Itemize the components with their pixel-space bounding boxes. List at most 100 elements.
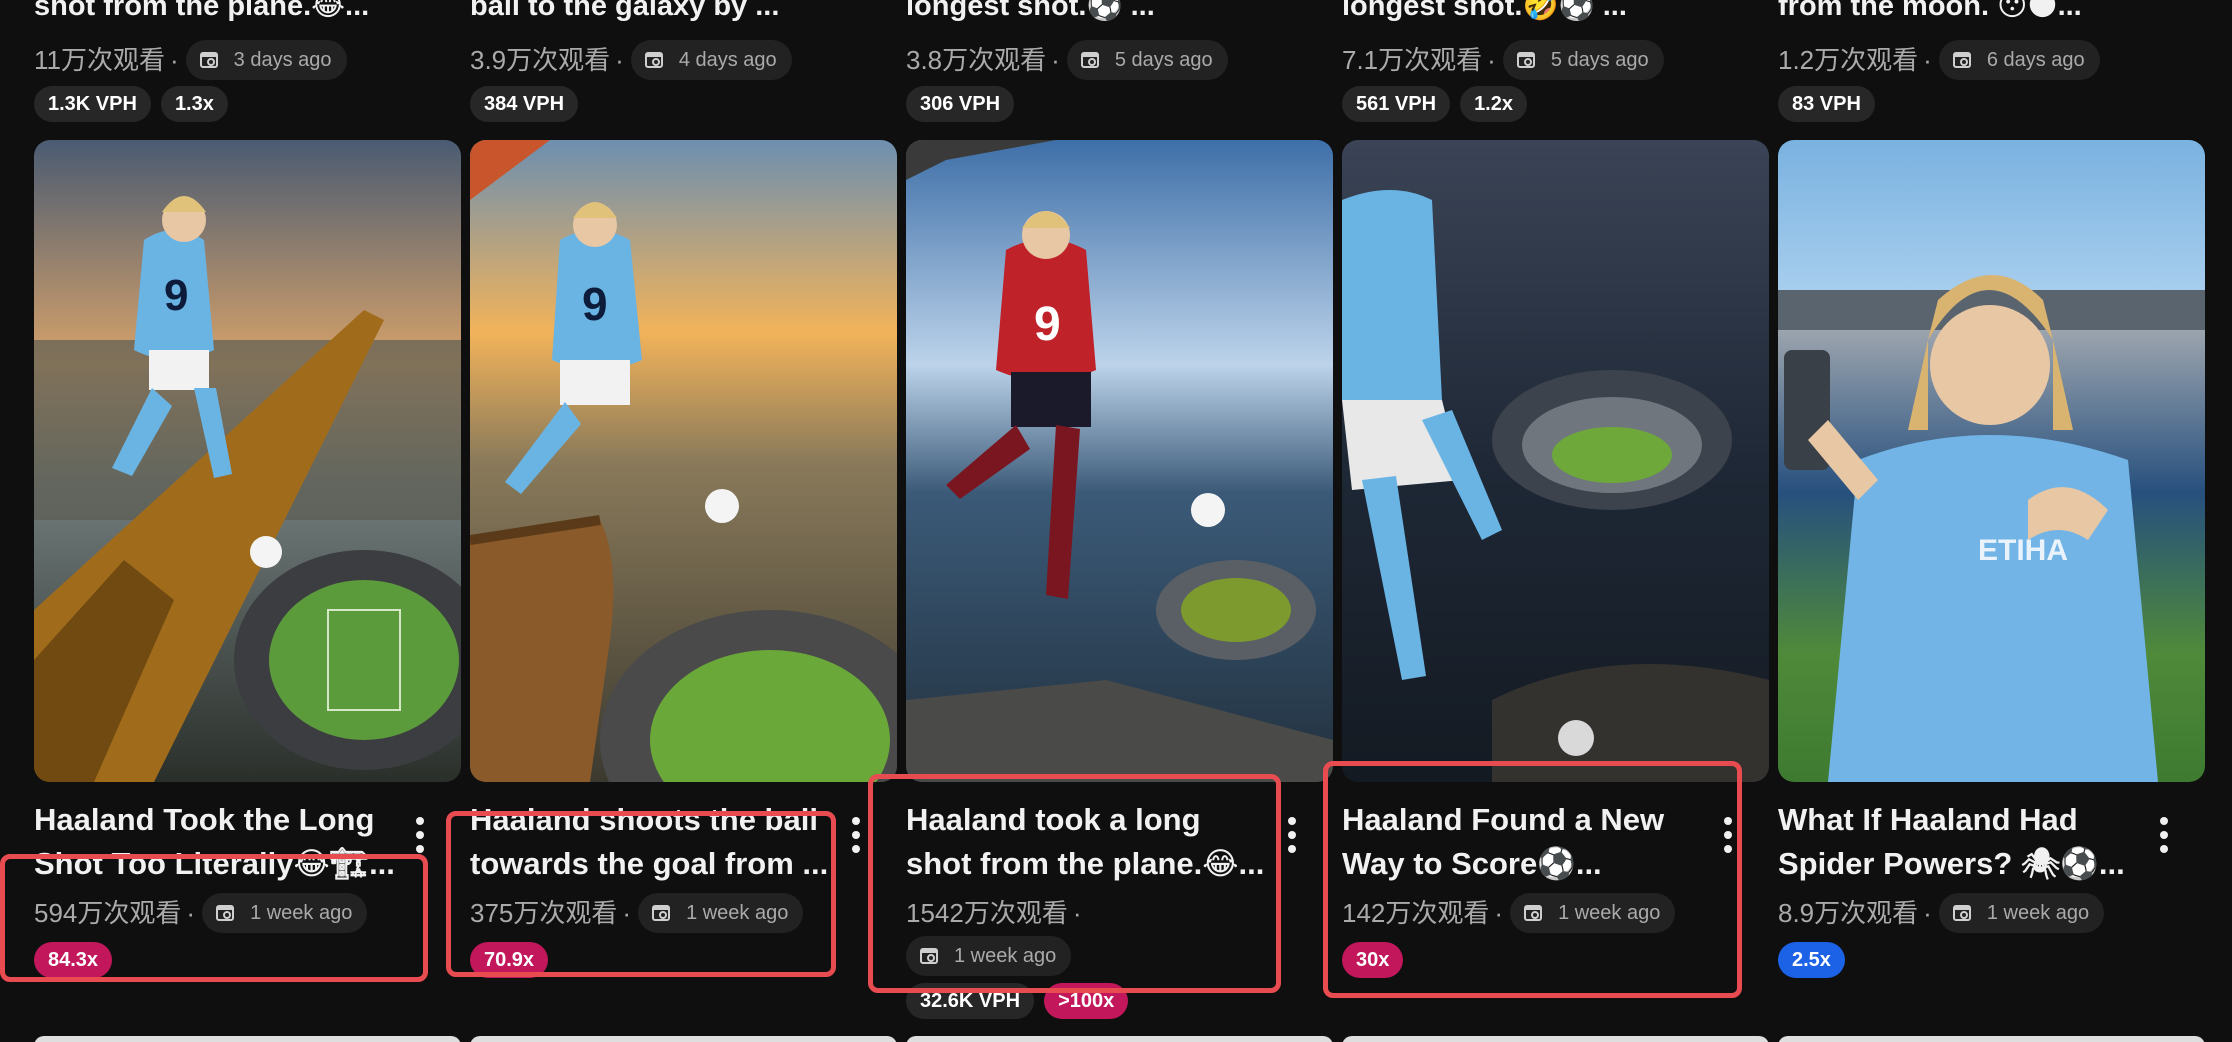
next-thumbnail-strip[interactable] [1342, 1036, 1769, 1042]
calendar-icon [1524, 904, 1543, 922]
video-title-line-1: Haaland shoots the ball [470, 802, 818, 837]
video-title-line-2: shot from the plane.😂... [906, 846, 1265, 881]
upload-date: 1 week ago [250, 901, 353, 924]
badge-row: 306 VPH [906, 86, 1015, 122]
video-column-4: longest shot.🤣⚽ ... 7.1万次观看 · 5 days ago… [1342, 0, 1769, 1042]
vph-badge: 561 VPH [1342, 86, 1451, 122]
video-meta: 594万次观看 · 1 week ago [34, 893, 368, 933]
upload-date: 5 days ago [1114, 48, 1213, 71]
badge-row: 1.3K VPH 1.3x [34, 86, 228, 122]
next-thumbnail-strip[interactable] [34, 1036, 461, 1042]
view-count: 7.1万次观看 [1342, 45, 1483, 75]
view-count: 11万次观看 [34, 45, 165, 75]
svg-text:9: 9 [164, 271, 188, 320]
vph-badge: 1.3K VPH [34, 86, 151, 122]
badge-row: 384 VPH [470, 86, 579, 122]
video-meta: 375万次观看 · 1 week ago [470, 893, 804, 933]
badge-row: 561 VPH 1.2x [1342, 86, 1527, 122]
svg-text:9: 9 [1034, 298, 1061, 351]
thumbnail-plane-kick[interactable]: 9 [906, 140, 1333, 782]
video-title[interactable]: What If Haaland Had Spider Powers? 🕷⚽... [1778, 798, 2150, 886]
date-pill: 4 days ago [630, 40, 792, 80]
upload-date: 1 week ago [954, 944, 1057, 967]
calendar-icon [920, 947, 938, 965]
video-title-line-1: What If Haaland Had [1778, 802, 2078, 837]
video-meta: 142万次观看 · 1 week ago [1342, 893, 1676, 933]
top-video-meta: 1.2万次观看 · 6 days ago [1778, 40, 2100, 80]
upload-date: 1 week ago [1986, 901, 2090, 924]
upload-date: 4 days ago [678, 48, 777, 71]
next-thumbnail-strip[interactable] [906, 1036, 1333, 1042]
top-video-title[interactable]: from the moon. 😯🌑... [1778, 0, 2205, 26]
video-title[interactable]: Haaland Took the Long Shot Too Literally… [34, 798, 406, 886]
next-thumbnail-strip[interactable] [1778, 1036, 2205, 1042]
video-title[interactable]: Haaland took a long shot from the plane.… [906, 798, 1278, 886]
view-count: 8.9万次观看 [1778, 898, 1919, 928]
video-title-line-2: Way to Score⚽... [1342, 846, 1602, 881]
view-count: 3.8万次观看 [906, 45, 1047, 75]
more-options-icon[interactable] [409, 817, 431, 857]
outlier-badge: 84.3x [34, 942, 113, 978]
separator-dot: · [1923, 44, 1932, 75]
top-video-meta: 3.9万次观看 · 4 days ago [470, 40, 792, 80]
badge-row: 83 VPH [1778, 86, 1875, 122]
outlier-badge: 1.3x [160, 86, 228, 122]
thumbnail-cliff-kick[interactable] [1342, 140, 1769, 782]
video-title[interactable]: Haaland shoots the ball towards the goal… [470, 798, 842, 886]
upload-date: 5 days ago [1550, 48, 1649, 71]
view-count: 594万次观看 [34, 898, 182, 928]
calendar-icon [216, 904, 235, 922]
calendar-icon [1952, 51, 1971, 69]
more-options-icon[interactable] [1281, 817, 1303, 857]
thumbnail-crane-kick[interactable]: 9 [34, 140, 461, 782]
badge-row: 70.9x [470, 942, 549, 978]
more-options-icon[interactable] [2153, 817, 2175, 857]
date-pill: 1 week ago [202, 893, 368, 933]
calendar-icon [1516, 51, 1535, 69]
top-video-meta: 11万次观看 · 3 days ago [34, 40, 347, 80]
video-title-line-2: towards the goal from ... [470, 846, 829, 881]
video-title[interactable]: Haaland Found a New Way to Score⚽... [1342, 798, 1714, 886]
thumbnail-balloon-kick[interactable]: 9 [470, 140, 897, 782]
calendar-icon [199, 51, 218, 69]
top-video-title[interactable]: shot from the plane.😂... [34, 0, 461, 26]
separator-dot: · [1487, 44, 1496, 75]
separator-dot: · [186, 897, 196, 928]
more-options-icon[interactable] [845, 817, 867, 857]
view-count: 1.2万次观看 [1778, 45, 1919, 75]
more-options-icon[interactable] [1717, 817, 1739, 857]
date-pill: 1 week ago [638, 893, 804, 933]
top-video-title[interactable]: longest shot.🤣⚽ ... [1342, 0, 1769, 26]
separator-dot: · [1051, 44, 1060, 75]
video-title-line-1: Haaland Found a New [1342, 802, 1665, 837]
calendar-icon [1080, 51, 1099, 69]
vph-badge: 32.6K VPH [906, 983, 1035, 1019]
outlier-badge: 70.9x [470, 942, 549, 978]
vph-badge: 306 VPH [906, 86, 1015, 122]
svg-text:ETIHA: ETIHA [1978, 534, 2068, 567]
outlier-badge: 2.5x [1778, 942, 1845, 978]
date-pill: 1 week ago [1938, 893, 2105, 933]
calendar-icon [652, 904, 671, 922]
view-count: 375万次观看 [470, 898, 618, 928]
outlier-badge: >100x [1044, 983, 1129, 1019]
next-thumbnail-strip[interactable] [470, 1036, 897, 1042]
upload-date: 3 days ago [233, 48, 332, 71]
video-title-line-1: Haaland Took the Long [34, 802, 375, 837]
badge-row: 2.5x [1778, 942, 1845, 978]
top-video-title[interactable]: longest shot.⚽ ... [906, 0, 1333, 26]
outlier-badge: 30x [1342, 942, 1404, 978]
thumbnail-selfie-stadium[interactable]: ETIHA [1778, 140, 2205, 782]
view-count: 3.9万次观看 [470, 45, 611, 75]
separator-dot: · [170, 44, 179, 75]
date-pill: 5 days ago [1066, 40, 1228, 80]
upload-date: 1 week ago [1558, 901, 1661, 924]
separator-dot: · [622, 897, 632, 928]
video-meta: 8.9万次观看 · 1 week ago [1778, 893, 2105, 933]
video-title-line-2: Spider Powers? 🕷⚽... [1778, 846, 2125, 881]
vph-badge: 384 VPH [470, 86, 579, 122]
top-video-title[interactable]: ball to the galaxy by ... [470, 0, 897, 26]
badge-row: 84.3x [34, 942, 113, 978]
calendar-icon [1952, 904, 1971, 922]
date-pill: 1 week ago [906, 936, 1072, 976]
